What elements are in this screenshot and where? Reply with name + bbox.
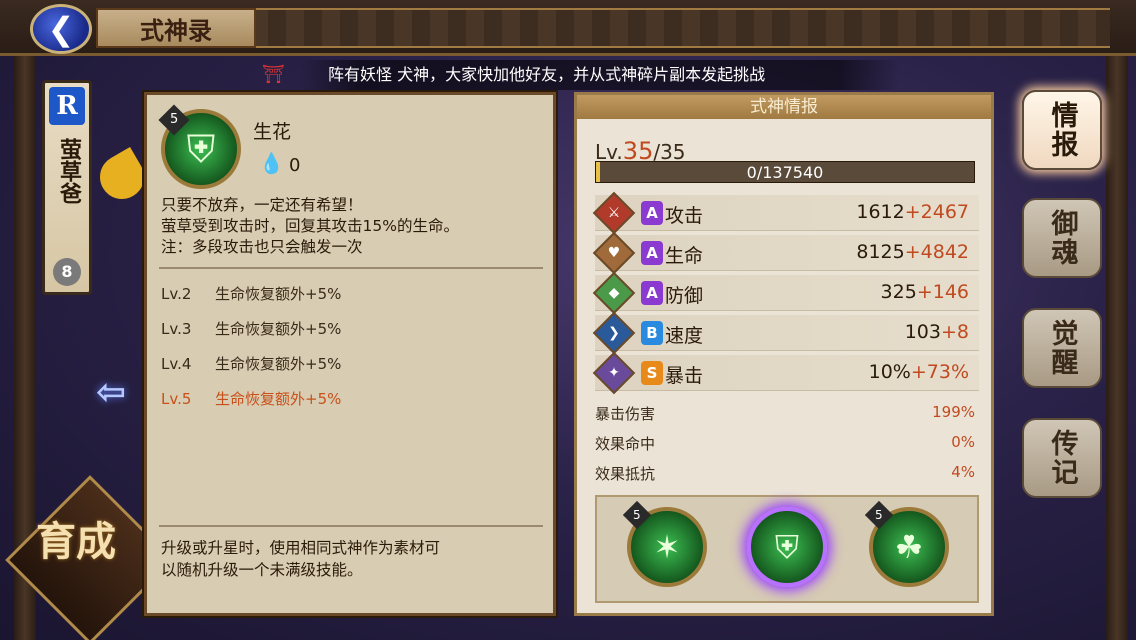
stat-name: 防御 <box>665 285 704 307</box>
level-row-active: Lv.5 生命恢复额外+5% <box>161 390 342 408</box>
rarity-badge: R <box>49 87 85 125</box>
divider <box>159 267 543 269</box>
stat-value: 1612+2467 <box>856 201 969 223</box>
stat-value: 103+8 <box>904 321 969 343</box>
divider <box>159 525 543 527</box>
announcement-marquee: 阵有妖怪 犬神，大家快加他好友，并从式神碎片副本发起挑战 <box>300 60 900 90</box>
skill-2-button[interactable]: ⛨ <box>747 507 827 587</box>
skills-tray: ✶ 5 ⛨ ☘ 5 <box>595 495 979 603</box>
back-arrow-icon: ❮ <box>47 10 75 48</box>
torii-icon: ⛩ <box>262 64 285 85</box>
page-title: 式神录 <box>96 8 256 48</box>
grade-badge: B <box>641 321 663 345</box>
orb-cost: 0 <box>289 155 301 176</box>
sub-stat-effect-resist: 效果抵抗 4% <box>595 463 975 483</box>
grade-badge: A <box>641 241 663 265</box>
prev-character-arrow-icon[interactable]: ⇦ <box>96 372 126 413</box>
grade-badge: A <box>641 281 663 305</box>
stat-name: 暴击 <box>665 365 704 387</box>
tab-awaken[interactable]: 觉醒 <box>1022 308 1102 388</box>
level-row: Lv.3 生命恢复额外+5% <box>161 320 342 338</box>
stat-row-attack: ⚔ A 攻击 1612+2467 <box>592 191 979 235</box>
skill-2-icon: ⛨ <box>774 527 799 566</box>
attack-icon: ⚔ <box>592 191 636 235</box>
exp-bar: 0/137540 <box>595 161 975 183</box>
info-panel: 式神情报 Lv.35/35 0/137540 ⚔ A 攻击 1612+2467 … <box>574 92 994 616</box>
grade-badge: A <box>641 201 663 225</box>
character-name: 萤草爸 <box>56 138 82 204</box>
skill-detail-panel: ⛨ 5 生花 💧 0 只要不放弃，一定还有希望！ 萤草受到攻击时，回复其攻击15… <box>144 92 556 616</box>
level-row: Lv.2 生命恢复额外+5% <box>161 285 342 303</box>
stat-row-crit: ✦ S 暴击 10%+73% <box>592 351 979 395</box>
stat-row-defense: ◆ A 防御 325+146 <box>592 271 979 315</box>
stat-row-speed: ❯ B 速度 103+8 <box>592 311 979 355</box>
health-icon: ♥ <box>592 231 636 275</box>
stat-row-health: ♥ A 生命 8125+4842 <box>592 231 979 275</box>
tab-biography[interactable]: 传记 <box>1022 418 1102 498</box>
level-row: Lv.4 生命恢复额外+5% <box>161 355 342 373</box>
stat-value: 325+146 <box>880 281 969 303</box>
right-pillar <box>1106 0 1128 640</box>
stat-value: 8125+4842 <box>856 241 969 263</box>
top-bar-decoration <box>250 8 1110 48</box>
stat-name: 速度 <box>665 325 704 347</box>
star-badge: 8 <box>53 258 81 286</box>
crit-icon: ✦ <box>592 351 636 395</box>
stat-name: 生命 <box>665 245 704 267</box>
skill-1-icon: ✶ <box>653 528 681 566</box>
skill-3-icon: ☘ <box>894 528 924 566</box>
sub-stat-effect-hit: 效果命中 0% <box>595 433 975 453</box>
defense-icon: ◆ <box>592 271 636 315</box>
tab-info[interactable]: 情报 <box>1022 90 1102 170</box>
grow-button[interactable]: 育成 <box>36 520 146 564</box>
stat-name: 攻击 <box>665 205 704 227</box>
back-button[interactable]: ❮ <box>30 4 92 54</box>
grade-badge: S <box>641 361 663 385</box>
character-tag[interactable]: R 萤草爸 8 <box>42 80 92 295</box>
exp-text: 0/137540 <box>746 163 824 182</box>
skill-description: 只要不放弃，一定还有希望！ 萤草受到攻击时，回复其攻击15%的生命。 注：多段攻… <box>161 196 459 256</box>
tab-mitama[interactable]: 御魂 <box>1022 198 1102 278</box>
skill-name: 生花 <box>253 121 292 143</box>
speed-icon: ❯ <box>592 311 636 355</box>
stat-value: 10%+73% <box>868 361 969 383</box>
upgrade-note: 升级或升星时，使用相同式神作为素材可 以随机升级一个未满级技能。 <box>161 539 441 579</box>
sub-stat-crit-damage: 暴击伤害 199% <box>595 403 975 423</box>
onmyoji-orb-icon: 💧 <box>259 151 284 175</box>
info-panel-header: 式神情报 <box>577 95 991 119</box>
